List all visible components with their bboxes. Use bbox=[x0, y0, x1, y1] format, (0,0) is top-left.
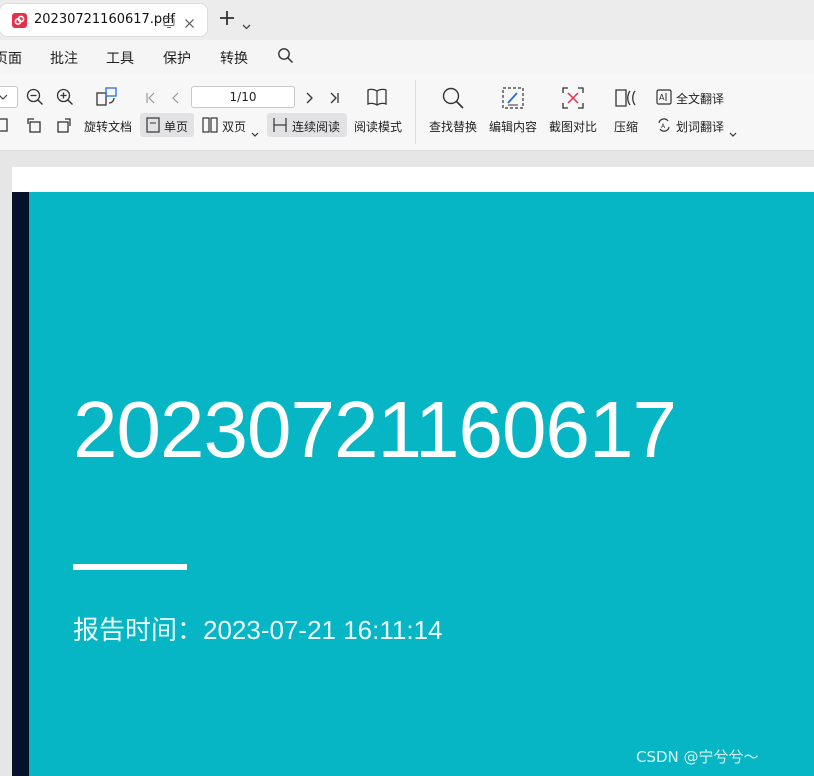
find-replace-icon[interactable] bbox=[441, 86, 465, 114]
last-page-icon[interactable] bbox=[328, 90, 340, 109]
search-icon[interactable] bbox=[277, 47, 294, 68]
svg-text:A: A bbox=[659, 93, 665, 102]
monitor-icon[interactable] bbox=[163, 14, 175, 33]
continuous-reading-icon bbox=[272, 117, 288, 137]
next-page-icon[interactable] bbox=[304, 90, 314, 109]
continuous-reading-button[interactable]: 连续阅读 bbox=[292, 118, 340, 135]
report-time: 报告时间：2023-07-21 16:11:14 bbox=[73, 615, 443, 645]
full-translate-button[interactable]: 全文翻译 bbox=[676, 90, 724, 107]
toolbar bbox=[0, 74, 814, 151]
menu-bar: 页面 批注 工具 保护 转换 bbox=[0, 40, 814, 74]
word-translate-dropdown-icon[interactable] bbox=[729, 123, 737, 142]
single-page-icon bbox=[146, 117, 160, 137]
compress-icon[interactable] bbox=[614, 86, 638, 114]
document-tab[interactable]: 20230721160617.pdf bbox=[0, 4, 207, 36]
menu-protect[interactable]: 保护 bbox=[163, 48, 191, 68]
zoom-out-icon[interactable] bbox=[26, 88, 44, 110]
pdf-app-logo-icon bbox=[12, 13, 27, 28]
rotate-document-icon[interactable] bbox=[96, 87, 118, 111]
cover-title-number: 20230721160617 bbox=[73, 385, 677, 474]
zoom-in-icon[interactable] bbox=[56, 88, 74, 110]
svg-text:A: A bbox=[661, 123, 666, 130]
cover-side-stripe bbox=[12, 192, 29, 776]
screenshot-compare-button[interactable]: 截图对比 bbox=[549, 118, 597, 135]
word-translate-icon: A bbox=[656, 117, 672, 137]
tab-title: 20230721160617.pdf bbox=[34, 12, 176, 27]
single-page-button[interactable]: 单页 bbox=[164, 118, 188, 135]
tab-bar: 20230721160617.pdf bbox=[0, 0, 814, 40]
page-number-input[interactable]: 1/10 bbox=[191, 86, 295, 108]
fit-page-icon[interactable] bbox=[0, 116, 12, 138]
rotate-right-icon[interactable] bbox=[56, 116, 74, 138]
close-tab-icon[interactable] bbox=[184, 14, 195, 33]
edit-content-icon[interactable] bbox=[501, 86, 525, 114]
menu-tools[interactable]: 工具 bbox=[106, 48, 134, 68]
full-translate-icon: A bbox=[656, 89, 672, 109]
watermark: CSDN @宁兮兮～ bbox=[636, 748, 759, 766]
menu-convert[interactable]: 转换 bbox=[220, 48, 248, 68]
reading-mode-button[interactable]: 阅读模式 bbox=[354, 118, 402, 135]
rotate-document-button[interactable]: 旋转文档 bbox=[84, 118, 132, 135]
cover-background bbox=[12, 192, 814, 776]
toolbar-divider bbox=[415, 80, 416, 144]
compress-button[interactable]: 压缩 bbox=[614, 118, 638, 135]
find-replace-button[interactable]: 查找替换 bbox=[429, 118, 477, 135]
menu-annotate[interactable]: 批注 bbox=[50, 48, 78, 68]
reading-mode-icon[interactable] bbox=[366, 86, 388, 112]
chevron-down-icon[interactable] bbox=[242, 15, 251, 34]
rotate-left-icon[interactable] bbox=[26, 116, 44, 138]
screenshot-compare-icon[interactable] bbox=[561, 86, 585, 114]
double-page-icon bbox=[202, 117, 218, 137]
previous-page-icon[interactable] bbox=[171, 90, 181, 109]
cover-underline bbox=[73, 564, 187, 570]
first-page-icon[interactable] bbox=[145, 90, 157, 109]
new-tab-plus-icon[interactable] bbox=[219, 10, 235, 30]
edit-content-button[interactable]: 编辑内容 bbox=[489, 118, 537, 135]
double-page-button[interactable]: 双页 bbox=[222, 118, 246, 135]
zoom-select[interactable] bbox=[0, 86, 18, 108]
double-page-dropdown-icon[interactable] bbox=[251, 123, 259, 142]
word-translate-button[interactable]: 划词翻译 bbox=[676, 118, 724, 135]
menu-page[interactable]: 页面 bbox=[0, 48, 22, 68]
